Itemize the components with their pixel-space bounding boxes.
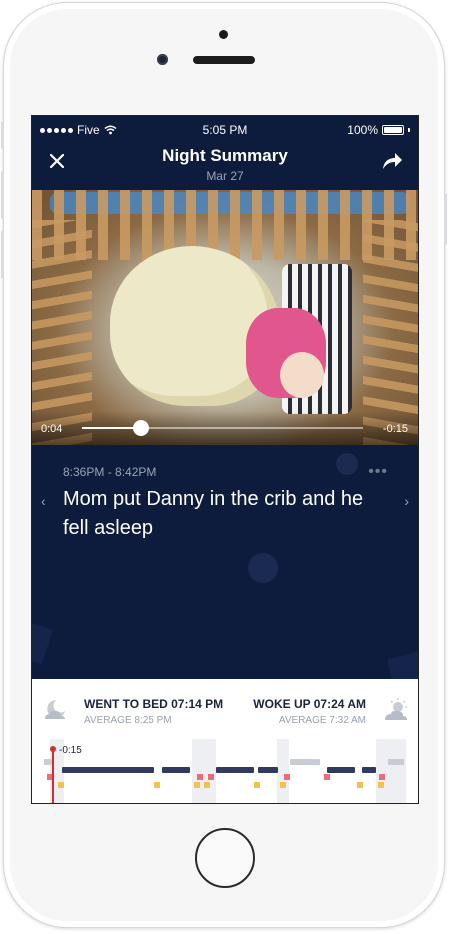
timeline-band — [192, 739, 216, 803]
battery-tip — [408, 128, 410, 132]
timeline-awake-segment — [388, 759, 404, 765]
share-icon[interactable] — [380, 150, 404, 172]
status-bar: Five 5:05 PM 100% — [32, 116, 418, 142]
timeline-sleep-segment — [362, 767, 376, 773]
home-button[interactable] — [195, 828, 255, 888]
timeline-cursor-dot — [50, 746, 56, 752]
moon-cloud-icon — [45, 700, 65, 719]
remaining-time: -0:15 — [382, 423, 408, 435]
event-description: Mom put Danny in the crib and he fell as… — [63, 488, 364, 539]
timeline-event-marker — [357, 782, 363, 788]
scrub-handle[interactable] — [133, 420, 149, 436]
decor-shape — [32, 621, 53, 665]
sleep-summary: WENT TO BED 07:14 PM AVERAGE 8:25 PM WOK… — [32, 679, 418, 803]
bed-average: AVERAGE 8:25 PM — [84, 715, 172, 726]
sun-cloud-icon — [385, 698, 407, 720]
video-scrubber: 0:04 -0:15 — [32, 411, 418, 445]
timeline-event-marker — [194, 782, 200, 788]
video-player[interactable]: 0:04 -0:15 — [32, 190, 418, 445]
more-options-button[interactable]: ••• — [368, 463, 388, 481]
battery-icon — [382, 125, 404, 135]
decor-bubble — [336, 453, 358, 475]
video-baby-head — [280, 352, 324, 398]
woke-up-label: WOKE UP 07:24 AM — [253, 697, 366, 711]
timeline-event-marker — [324, 774, 330, 780]
wake-average: AVERAGE 7:32 AM — [278, 715, 366, 726]
battery-group: 100% — [347, 123, 410, 137]
earpiece-speaker — [193, 56, 255, 64]
prev-event-button[interactable]: ‹ — [41, 493, 46, 509]
front-camera — [157, 54, 168, 65]
decor-bubble — [248, 553, 278, 583]
volume-up-button — [1, 171, 4, 219]
mute-switch — [1, 121, 4, 149]
timeline-sleep-segment — [258, 767, 278, 773]
timeline-sleep-segment — [62, 767, 154, 773]
timeline-event-marker — [208, 774, 214, 780]
timeline-sleep-segment — [216, 767, 254, 773]
timeline-cursor-label: -0:15 — [59, 745, 82, 756]
power-button — [444, 193, 447, 245]
timeline-event-marker — [378, 782, 384, 788]
timeline-event-marker — [379, 774, 385, 780]
timeline-sleep-segment — [162, 767, 190, 773]
timeline-event-marker — [280, 782, 286, 788]
next-event-button[interactable]: › — [404, 493, 409, 509]
timeline-awake-segment — [44, 759, 52, 765]
timeline-event-marker — [154, 782, 160, 788]
timeline-cursor[interactable] — [52, 748, 54, 803]
elapsed-time: 0:04 — [41, 423, 63, 435]
timeline-band — [277, 739, 289, 803]
battery-percent: 100% — [347, 123, 378, 137]
timeline-sleep-segment — [327, 767, 355, 773]
volume-down-button — [1, 231, 4, 279]
page-title: Night Summary — [162, 146, 288, 165]
event-time-range: 8:36PM - 8:42PM — [63, 465, 157, 479]
event-card: ‹ › 8:36PM - 8:42PM ••• Mom put Danny in… — [32, 445, 418, 689]
scrub-track[interactable] — [82, 420, 363, 436]
page-date: Mar 27 — [206, 169, 244, 183]
went-to-bed-label: WENT TO BED 07:14 PM — [84, 697, 224, 711]
nav-bar: Night Summary Mar 27 — [32, 142, 418, 190]
proximity-sensor — [219, 30, 228, 39]
sleep-timeline[interactable]: -0:15 — [32, 739, 418, 803]
timeline-event-marker — [254, 782, 260, 788]
timeline-band — [376, 739, 406, 803]
timeline-event-marker — [58, 782, 64, 788]
timeline-event-marker — [197, 774, 203, 780]
timeline-event-marker — [204, 782, 210, 788]
app-screen: Five 5:05 PM 100% Night Summary Mar 27 0… — [31, 115, 419, 804]
timeline-event-marker — [284, 774, 290, 780]
timeline-awake-segment — [290, 759, 320, 765]
